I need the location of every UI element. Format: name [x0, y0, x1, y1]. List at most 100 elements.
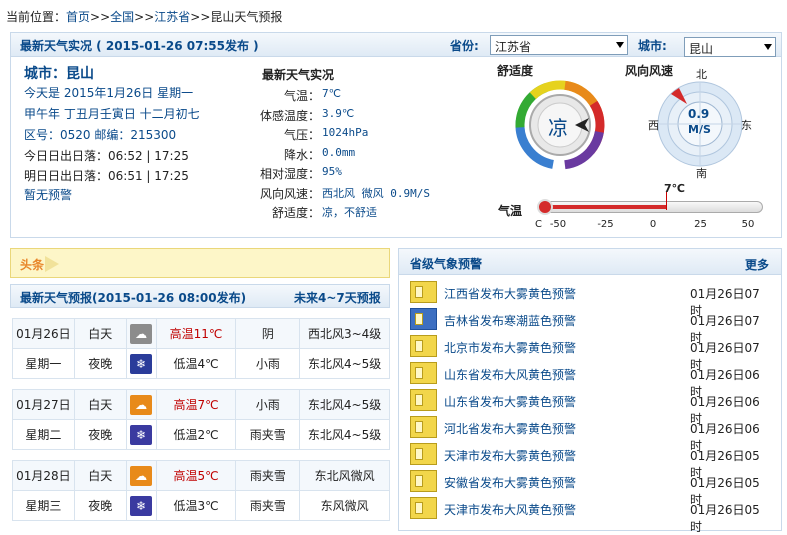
forecast-week: 星期一 [12, 348, 75, 379]
forecast-icon-cell: ☁ [125, 318, 157, 349]
warning-item[interactable]: 吉林省发布寒潮蓝色预警 01月26日07时 [410, 307, 770, 345]
fog-warning-icon [410, 443, 437, 465]
temp-title: 气温 [498, 204, 523, 218]
warning-item[interactable]: 北京市发布大雾黄色预警 01月26日07时 [410, 334, 770, 372]
warning-text[interactable]: 河北省发布大雾黄色预警 [444, 420, 576, 437]
area-codes: 区号：0520 邮编：215300 [24, 128, 177, 142]
live-panel-title: 最新天气实况 ( 2015-01-26 07:55发布 ) [20, 39, 259, 53]
forecast-row: 星期三 夜晚 ❄ 低温3℃ 雨夹雪 东风微风 [12, 490, 390, 521]
forecast-weather: 雨夹雪 [235, 419, 301, 450]
sleet-icon: ❄ [130, 495, 153, 516]
warnings-more-link[interactable]: 更多 [745, 256, 769, 273]
fog-warning-icon [410, 335, 437, 357]
province-label: 省份: [450, 39, 479, 53]
fog-warning-icon [410, 470, 437, 492]
warning-text[interactable]: 安徽省发布大雾黄色预警 [444, 474, 576, 491]
warning-text[interactable]: 天津市发布大雾黄色预警 [444, 447, 576, 464]
warning-icon-mark [415, 286, 423, 298]
cloudy-icon: ☁ [130, 323, 153, 344]
province-select[interactable]: 江苏省 [490, 35, 628, 55]
forecast-icon-cell: ☁ [125, 389, 157, 420]
warning-item[interactable]: 天津市发布大风黄色预警 01月26日05时 [410, 496, 770, 534]
live-obs-label: 降水： [283, 147, 320, 162]
warning-icon-mark [415, 475, 423, 487]
forecast-row: 01月26日 白天 ☁ 高温11℃ 阴西北风3~4级 [12, 318, 390, 349]
forecast-row: 01月28日 白天 ☁ 高温5℃ 雨夹雪 东北风微风 [12, 460, 390, 491]
warning-item[interactable]: 河北省发布大雾黄色预警 01月26日06时 [410, 415, 770, 453]
tomorrow-sunrise-sunset: 明日日出日落：06:51 | 17:25 [24, 169, 189, 183]
breadcrumb-national[interactable]: 全国 [110, 10, 134, 24]
forecast-day: 01月26日 白天 ☁ 高温11℃ 阴西北风3~4级 星期一 夜晚 ❄ 低温4℃ 小雨 东北风4~5… [12, 318, 390, 379]
warning-text[interactable]: 天津市发布大风黄色预警 [444, 501, 576, 518]
fog-warning-icon [410, 389, 437, 411]
city-select[interactable]: 昆山 [684, 37, 776, 57]
warning-icon-mark [415, 367, 423, 379]
warning-text[interactable]: 山东省发布大风黄色预警 [444, 366, 576, 383]
province-select-value: 江苏省 [495, 40, 532, 54]
lunar-date: 甲午年 丁丑月壬寅日 十二月初七 [24, 107, 200, 121]
warning-icon-mark [415, 394, 423, 406]
breadcrumb-home[interactable]: 首页 [66, 10, 90, 24]
breadcrumb-label: 当前位置： [6, 10, 67, 24]
light-rain-icon: ☁ [130, 394, 153, 415]
live-obs-value: 3.9℃ [322, 106, 355, 120]
alert-status[interactable]: 暂无预警 [24, 186, 72, 203]
forecast-row: 星期一 夜晚 ❄ 低温4℃ 小雨 东北风4~5级 [12, 348, 390, 379]
fog-warning-icon [410, 281, 437, 303]
warning-text[interactable]: 吉林省发布寒潮蓝色预警 [444, 312, 576, 329]
live-obs-label: 风向风速： [259, 186, 320, 201]
forecast-weather: 小雨 [235, 348, 301, 379]
forecast-icon-cell: ❄ [125, 348, 157, 379]
warning-text[interactable]: 江西省发布大雾黄色预警 [444, 285, 576, 302]
live-obs-label: 舒适度： [271, 206, 320, 220]
forecast-weather: 小雨 [235, 389, 301, 420]
forecast-period: 白天 [73, 460, 127, 491]
live-obs-label: 体感温度： [259, 108, 320, 123]
warning-text[interactable]: 山东省发布大雾黄色预警 [444, 393, 576, 410]
breadcrumb-current: 昆山天气预报 [210, 10, 283, 24]
live-obs-label: 气压： [283, 128, 320, 142]
warning-item[interactable]: 天津市发布大雾黄色预警 01月26日05时 [410, 442, 770, 480]
forecast-temp: 高温5℃ [155, 460, 237, 491]
warnings-title: 省级气象预警 [410, 257, 483, 271]
wind-north: 北 [696, 68, 707, 81]
light-rain-icon: ❄ [130, 353, 153, 374]
forecast-wind: 东风微风 [299, 490, 390, 521]
chevron-down-icon [764, 44, 772, 50]
wind-south: 南 [696, 167, 707, 180]
live-obs-value: 西北风 微风 0.9M/S [322, 186, 430, 200]
forecast-temp: 高温11℃ [155, 318, 237, 349]
warning-item[interactable]: 江西省发布大雾黄色预警 01月26日07时 [410, 280, 770, 318]
forecast-wind: 东北风微风 [299, 460, 390, 491]
wind-east: 东 [741, 119, 752, 132]
city-name: 城市：昆山 [24, 66, 94, 82]
breadcrumb-province[interactable]: 江苏省 [154, 10, 190, 24]
comfort-title: 舒适度 [497, 64, 534, 78]
forecast-row: 01月27日 白天 ☁ 高温7℃ 小雨 东北风4~5级 [12, 389, 390, 420]
warning-icon-mark [415, 313, 423, 325]
forecast-more-link[interactable]: 未来4~7天预报 [294, 289, 381, 306]
forecast-icon-cell: ❄ [125, 490, 157, 521]
live-obs-value: 0.0mm [322, 145, 356, 159]
sleet-icon: ❄ [130, 424, 153, 445]
forecast-wind: 西北风3~4级 [299, 318, 390, 349]
forecast-period: 夜晚 [73, 490, 127, 521]
warning-item[interactable]: 安徽省发布大雾黄色预警 01月26日05时 [410, 469, 770, 507]
warning-item[interactable]: 山东省发布大风黄色预警 01月26日06时 [410, 361, 770, 399]
wind-west: 西 [648, 119, 659, 132]
wind-unit: M/S [688, 123, 711, 136]
forecast-icon-cell: ☁ [125, 460, 157, 491]
warning-item[interactable]: 山东省发布大雾黄色预警 01月26日06时 [410, 388, 770, 426]
forecast-weather: 阴 [235, 318, 301, 349]
forecast-wind: 东北风4~5级 [299, 419, 390, 450]
warning-icon-mark [415, 502, 423, 514]
warning-text[interactable]: 北京市发布大雾黄色预警 [444, 339, 576, 356]
forecast-date: 01月26日 [12, 318, 75, 349]
forecast-period: 夜晚 [73, 348, 127, 379]
temp-tick-label: 25 [694, 219, 707, 230]
temp-tick-label: -50 [549, 219, 567, 230]
forecast-wind: 东北风4~5级 [299, 389, 390, 420]
warning-icon-mark [415, 340, 423, 352]
breadcrumb-sep: >> [134, 10, 155, 24]
temp-tick-label: 0 [649, 219, 657, 230]
